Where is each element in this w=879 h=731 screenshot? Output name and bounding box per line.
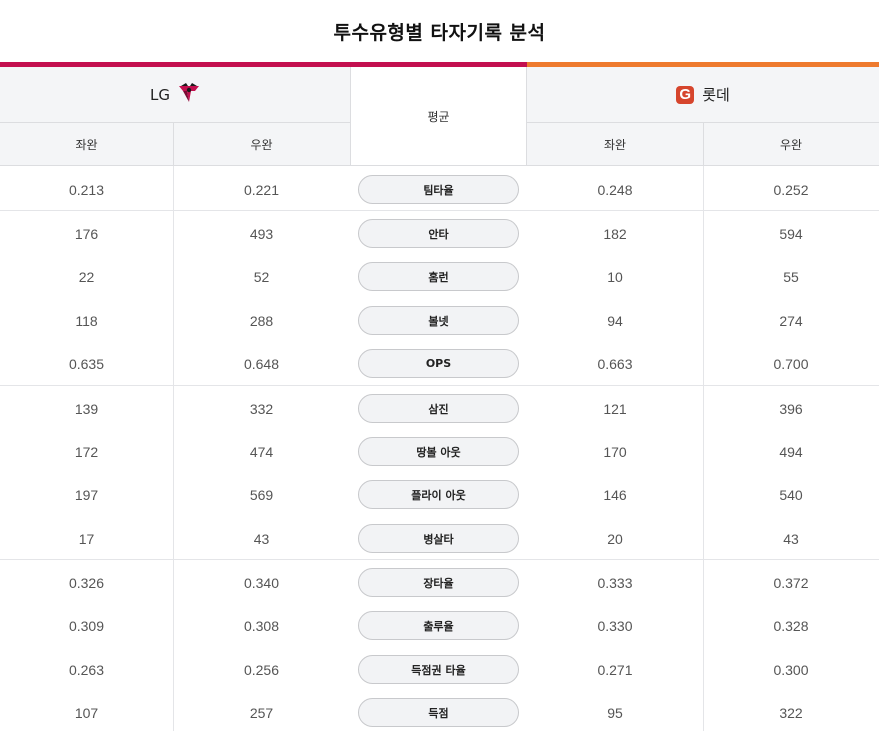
team-name-lg: LG	[150, 85, 170, 104]
lg-left-handed-header: 좌완	[75, 137, 98, 152]
stat-label-button[interactable]: 홈런	[358, 262, 519, 291]
stat-label-button[interactable]: 출루율	[358, 611, 519, 640]
team-name-lotte: 롯데	[702, 86, 730, 104]
lg-right-handed-value: 288	[249, 312, 274, 329]
lotte-right-handed-value: 0.700	[773, 355, 809, 372]
lg-left-handed-value: 139	[74, 400, 99, 417]
lotte-right-handed-value: 0.372	[773, 574, 809, 591]
lotte-left-handed-header: 좌완	[603, 137, 627, 152]
lg-right-handed-value: 0.221	[243, 181, 280, 198]
lotte-left-handed-value: 20	[607, 530, 623, 547]
stat-label-button[interactable]: 득점	[358, 698, 519, 727]
lg-right-handed-value: 493	[249, 225, 274, 242]
lg-left-handed-value: 0.213	[68, 181, 105, 198]
group-divider	[0, 385, 879, 386]
lotte-right-handed-value: 396	[779, 400, 803, 417]
lg-left-handed-value: 107	[74, 704, 99, 721]
lg-left-handed-value: 17	[78, 530, 95, 547]
lg-left-handed-value: 0.326	[68, 574, 105, 591]
lotte-right-handed-value: 322	[779, 704, 803, 721]
lotte-left-handed-value: 94	[607, 312, 623, 329]
lg-right-handed-value: 474	[249, 443, 274, 460]
lotte-right-handed-value: 43	[783, 530, 799, 547]
table-row: 139 332 121 396 삼진	[0, 387, 879, 430]
stat-label-button[interactable]: 땅볼 아웃	[358, 437, 519, 466]
stat-label-button[interactable]: 안타	[358, 219, 519, 248]
lg-left-handed-value: 197	[74, 486, 99, 503]
lotte-right-handed-value: 274	[779, 312, 803, 329]
lotte-left-handed-value: 182	[603, 225, 627, 242]
lg-left-handed-value: 176	[74, 225, 99, 242]
lg-right-handed-value: 43	[253, 530, 270, 547]
lotte-giants-logo-icon: G	[676, 85, 695, 104]
table-row: 17 43 20 43 병살타	[0, 517, 879, 560]
table-row: 107 257 95 322 득점	[0, 691, 879, 731]
table-row: 176 493 182 594 안타	[0, 212, 879, 255]
lotte-right-handed-value: 540	[779, 486, 803, 503]
stat-label-button[interactable]: 장타율	[358, 568, 519, 597]
table-row: 22 52 10 55 홈런	[0, 255, 879, 298]
table-row: 0.309 0.308 0.330 0.328 출루율	[0, 604, 879, 647]
team-header-lotte: G 롯데	[527, 67, 879, 123]
lg-right-handed-value: 0.308	[243, 617, 280, 634]
table-row: 118 288 94 274 볼넷	[0, 299, 879, 342]
lotte-right-handed-value: 55	[783, 268, 799, 285]
table-row: 197 569 146 540 플라이 아웃	[0, 473, 879, 516]
lg-right-handed-header: 우완	[250, 137, 273, 152]
table-row: 0.263 0.256 0.271 0.300 득점권 타율	[0, 648, 879, 691]
stat-label-button[interactable]: 볼넷	[358, 306, 519, 335]
table-header: LG 평균 G 롯데 좌완 우완 좌완 우완	[0, 67, 879, 166]
lotte-left-handed-value: 10	[607, 268, 623, 285]
lg-right-handed-value: 0.648	[243, 355, 280, 372]
lg-twins-logo-icon	[178, 82, 200, 108]
lg-left-handed-value: 22	[78, 268, 95, 285]
lotte-right-handed-value: 0.300	[773, 661, 809, 678]
table-row: 0.213 0.221 0.248 0.252 팀타율	[0, 168, 879, 211]
lotte-left-handed-value: 170	[603, 443, 627, 460]
lg-right-handed-value: 569	[249, 486, 274, 503]
stat-label-button[interactable]: 병살타	[358, 524, 519, 553]
lg-right-handed-value: 257	[249, 704, 274, 721]
table-row: 0.635 0.648 0.663 0.700 OPS	[0, 342, 879, 385]
lg-right-handed-value: 52	[253, 268, 270, 285]
lg-left-handed-value: 172	[74, 443, 99, 460]
lotte-right-handed-value: 0.252	[773, 181, 809, 198]
lotte-left-handed-value: 0.271	[597, 661, 633, 678]
lg-left-handed-value: 118	[75, 312, 98, 329]
lg-left-handed-value: 0.635	[68, 355, 105, 372]
table-row: 0.326 0.340 0.333 0.372 장타율	[0, 561, 879, 604]
stat-label-button[interactable]: OPS	[358, 349, 519, 378]
lotte-right-handed-value: 0.328	[773, 617, 809, 634]
lotte-left-handed-value: 0.330	[597, 617, 633, 634]
stat-label-button[interactable]: 득점권 타율	[358, 655, 519, 684]
lotte-left-handed-value: 0.248	[597, 181, 633, 198]
lotte-left-handed-value: 146	[603, 486, 627, 503]
lotte-left-handed-value: 0.663	[597, 355, 633, 372]
lg-right-handed-value: 0.340	[243, 574, 280, 591]
stat-label-button[interactable]: 플라이 아웃	[358, 480, 519, 509]
page-title: 투수유형별 타자기록 분석	[333, 21, 546, 44]
lotte-left-handed-value: 121	[603, 400, 627, 417]
stat-label-button[interactable]: 팀타율	[358, 175, 519, 204]
lg-left-handed-value: 0.309	[68, 617, 105, 634]
lotte-left-handed-value: 0.333	[597, 574, 633, 591]
lotte-left-handed-value: 95	[607, 704, 623, 721]
team-header-lg: LG	[0, 67, 350, 123]
lotte-right-handed-value: 494	[779, 443, 803, 460]
lg-right-handed-value: 0.256	[243, 661, 280, 678]
lotte-right-handed-value: 594	[779, 225, 803, 242]
lg-right-handed-value: 332	[249, 400, 274, 417]
table-row: 172 474 170 494 땅볼 아웃	[0, 430, 879, 473]
average-column-header: 평균	[350, 67, 527, 165]
lg-left-handed-value: 0.263	[68, 661, 105, 678]
stat-label-button[interactable]: 삼진	[358, 394, 519, 423]
lotte-right-handed-header: 우완	[779, 137, 803, 152]
